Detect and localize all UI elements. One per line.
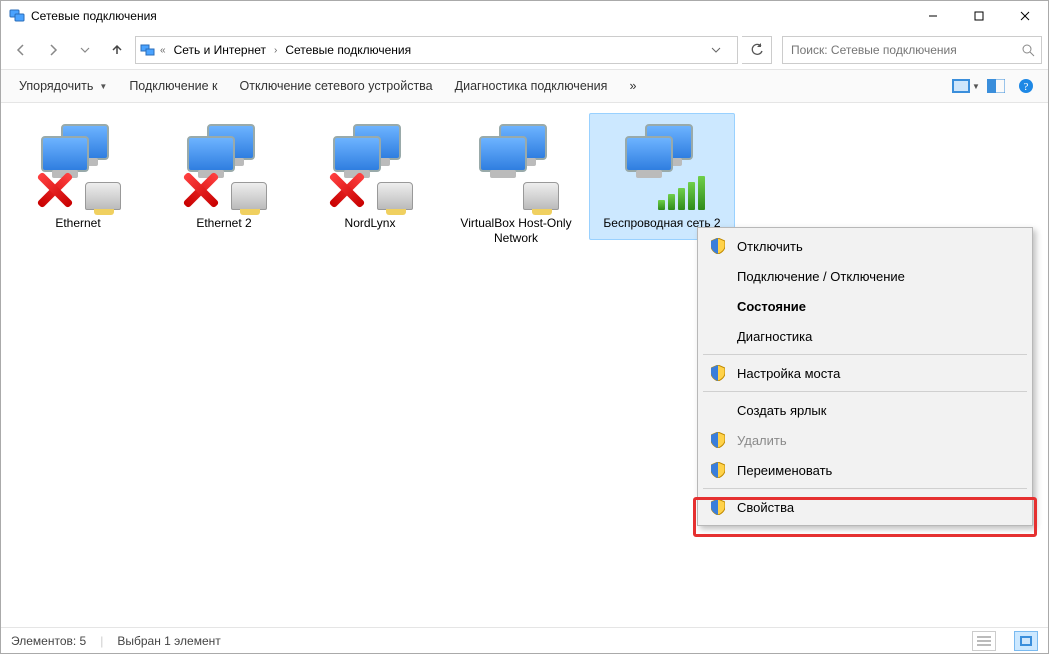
svg-text:?: ? [1024, 81, 1029, 93]
network-wifi-icon [617, 120, 707, 210]
icons-view-button[interactable] [1014, 631, 1038, 651]
details-pane-button[interactable] [982, 74, 1010, 98]
forward-button[interactable] [39, 36, 67, 64]
ctx-rename[interactable]: Переименовать [701, 455, 1029, 485]
ctx-delete: Удалить [701, 425, 1029, 455]
address-dropdown-icon[interactable] [711, 45, 733, 55]
minimize-button[interactable] [910, 1, 956, 31]
connection-item-virtualbox[interactable]: VirtualBox Host-Only Network [443, 113, 589, 255]
breadcrumb-chevron-icon: › [274, 45, 277, 56]
network-disabled-icon [179, 120, 269, 210]
item-label: NordLynx [302, 216, 438, 231]
network-disabled-icon [325, 120, 415, 210]
shield-icon [709, 431, 727, 449]
ctx-separator [703, 488, 1027, 489]
ctx-diagnose[interactable]: Диагностика [701, 321, 1029, 351]
ctx-toggle-connection[interactable]: Подключение / Отключение [701, 261, 1029, 291]
window-title: Сетевые подключения [31, 9, 910, 23]
connection-item-wireless[interactable]: Беспроводная сеть 2 [589, 113, 735, 240]
close-button[interactable] [1002, 1, 1048, 31]
disable-device-button[interactable]: Отключение сетевого устройства [230, 75, 443, 97]
help-button[interactable]: ? [1012, 74, 1040, 98]
connection-item-nordlynx[interactable]: NordLynx [297, 113, 443, 240]
breadcrumb-level2[interactable]: Сетевые подключения [281, 41, 415, 59]
connect-to-button[interactable]: Подключение к [119, 75, 227, 97]
shield-icon [709, 498, 727, 516]
search-icon [1021, 43, 1035, 57]
connection-item-ethernet2[interactable]: Ethernet 2 [151, 113, 297, 240]
context-menu: Отключить Подключение / Отключение Состо… [697, 227, 1033, 526]
command-bar: Упорядочить▼ Подключение к Отключение се… [1, 69, 1048, 103]
breadcrumb-sep-icon: « [160, 45, 166, 56]
back-button[interactable] [7, 36, 35, 64]
search-input[interactable] [789, 42, 1021, 58]
organize-menu[interactable]: Упорядочить▼ [9, 75, 117, 97]
address-root-icon [140, 42, 156, 58]
item-label: Ethernet 2 [156, 216, 292, 231]
ctx-separator [703, 391, 1027, 392]
shield-icon [709, 237, 727, 255]
app-icon [9, 8, 25, 24]
diagnose-button[interactable]: Диагностика подключения [445, 75, 618, 97]
preview-pane-button[interactable]: ▼ [952, 74, 980, 98]
nav-row: « Сеть и Интернет › Сетевые подключения [1, 31, 1048, 69]
window-controls [910, 1, 1048, 31]
items-view[interactable]: Ethernet Ethernet 2 NordLynx VirtualBox … [1, 103, 1048, 629]
details-view-button[interactable] [972, 631, 996, 651]
ctx-status[interactable]: Состояние [701, 291, 1029, 321]
network-disabled-icon [33, 120, 123, 210]
recent-locations-button[interactable] [71, 36, 99, 64]
item-label: Ethernet [10, 216, 146, 231]
status-selection: Выбран 1 элемент [117, 634, 220, 648]
up-button[interactable] [103, 36, 131, 64]
toolbar-overflow[interactable]: » [619, 75, 646, 97]
maximize-button[interactable] [956, 1, 1002, 31]
breadcrumb-level1[interactable]: Сеть и Интернет [170, 41, 270, 59]
title-bar: Сетевые подключения [1, 1, 1048, 31]
connection-item-ethernet[interactable]: Ethernet [5, 113, 151, 240]
ctx-properties[interactable]: Свойства [701, 492, 1029, 522]
ctx-bridge[interactable]: Настройка моста [701, 358, 1029, 388]
refresh-button[interactable] [742, 36, 772, 64]
status-count: Элементов: 5 [11, 634, 86, 648]
ctx-create-shortcut[interactable]: Создать ярлык [701, 395, 1029, 425]
status-bar: Элементов: 5 | Выбран 1 элемент [1, 627, 1048, 653]
shield-icon [709, 461, 727, 479]
network-wired-icon [471, 120, 561, 210]
shield-icon [709, 364, 727, 382]
ctx-separator [703, 354, 1027, 355]
search-box[interactable] [782, 36, 1042, 64]
address-bar[interactable]: « Сеть и Интернет › Сетевые подключения [135, 36, 738, 64]
ctx-disable[interactable]: Отключить [701, 231, 1029, 261]
item-label: VirtualBox Host-Only Network [448, 216, 584, 246]
